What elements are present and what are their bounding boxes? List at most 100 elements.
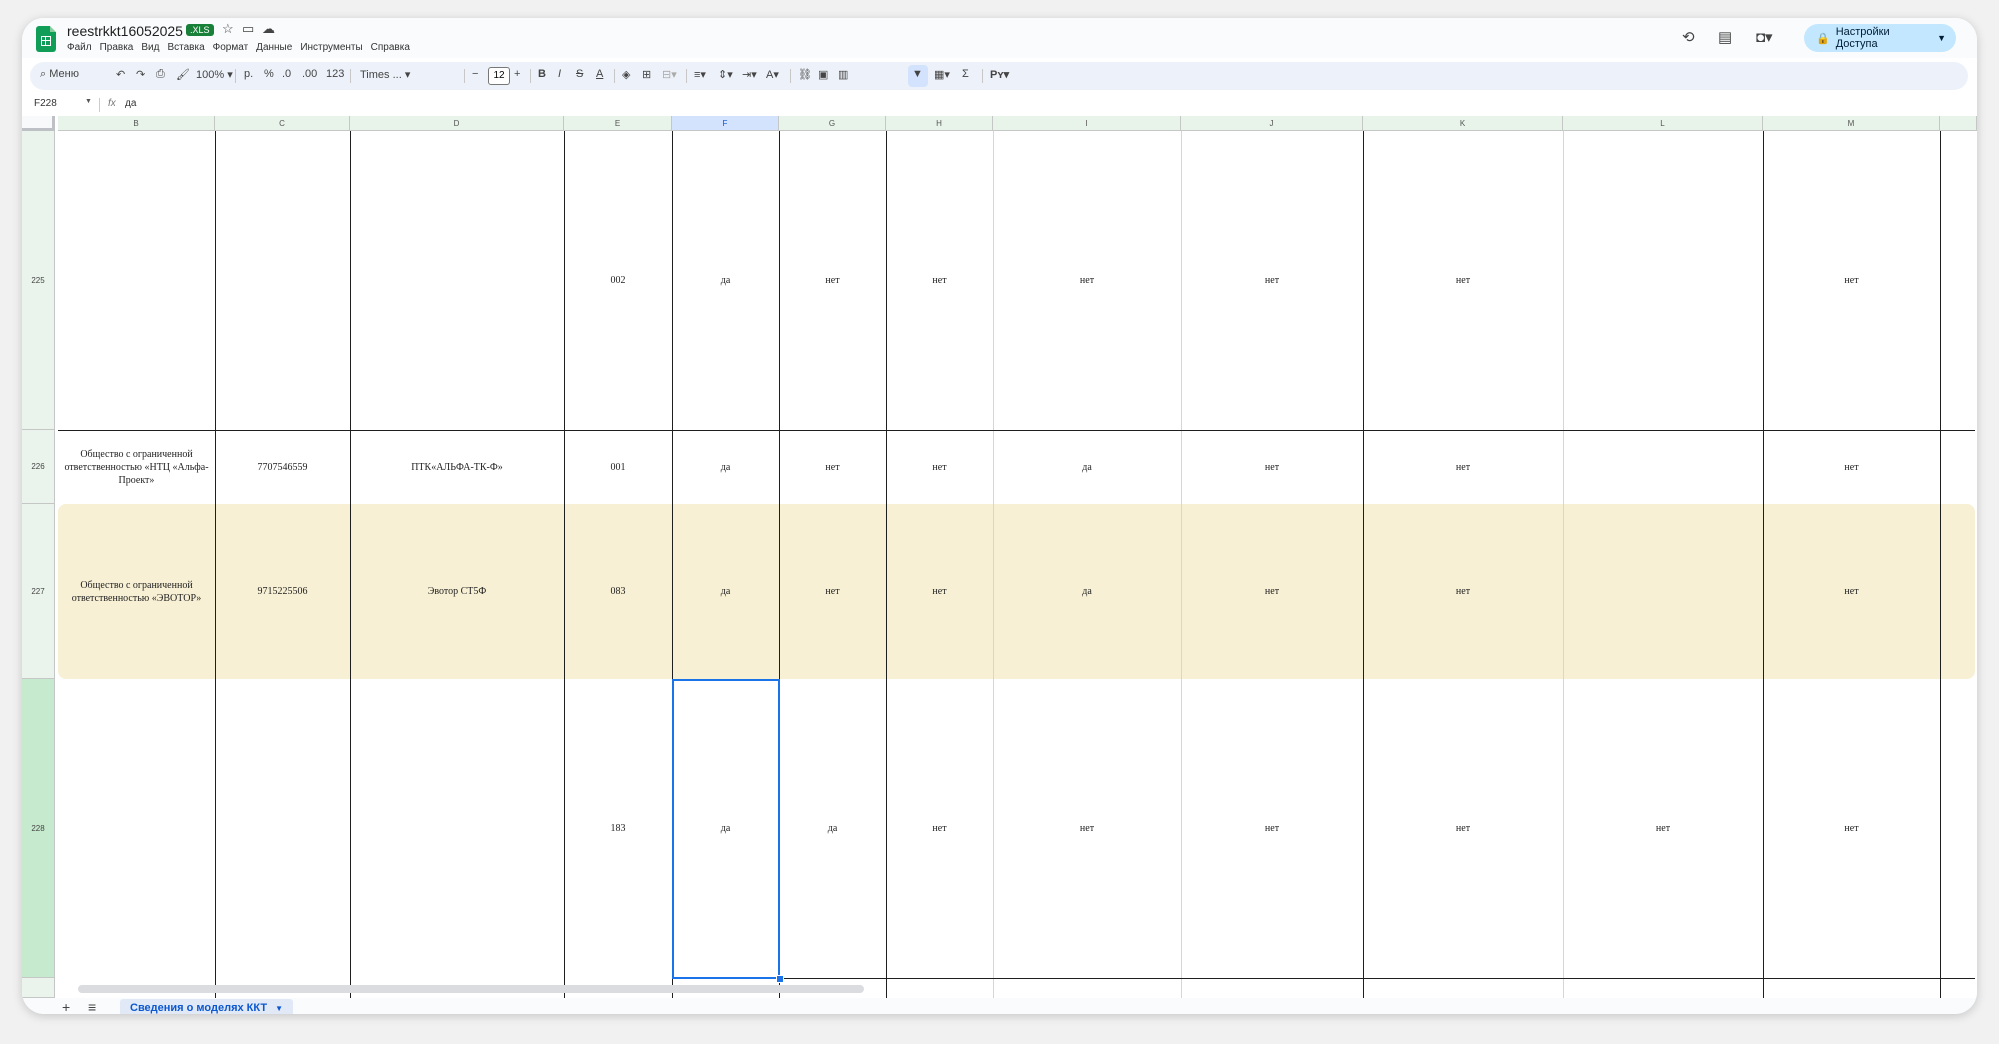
column-header-h[interactable]: H xyxy=(886,116,993,131)
paint-format-icon[interactable]: 🖌 xyxy=(176,68,190,81)
cell-d226[interactable]: ПТК«АЛЬФА-ТК-Ф» xyxy=(350,430,564,504)
column-header-l[interactable]: L xyxy=(1563,116,1763,131)
zoom-select[interactable]: 100% ▾ xyxy=(196,68,233,81)
formula-input[interactable]: да xyxy=(125,98,136,109)
cell-d228[interactable] xyxy=(350,679,564,978)
comment-icon[interactable]: ▣ xyxy=(818,68,828,81)
cell-b225[interactable] xyxy=(58,131,215,430)
cell-c225[interactable] xyxy=(215,131,350,430)
column-header-c[interactable]: C xyxy=(215,116,350,131)
sheets-logo-icon[interactable] xyxy=(36,26,56,52)
column-header-m[interactable]: M xyxy=(1763,116,1940,131)
cell-d227[interactable]: Эвотор СТ5Ф xyxy=(350,504,564,679)
text-rotation-icon[interactable]: A▾ xyxy=(766,68,779,81)
meet-icon[interactable]: ◘▾ xyxy=(1756,28,1773,46)
merge-cells-icon[interactable]: ⊟▾ xyxy=(662,68,677,81)
cell-j227[interactable]: нет xyxy=(1181,504,1363,679)
cell-f226[interactable]: да xyxy=(672,430,779,504)
cell-k225[interactable]: нет xyxy=(1363,131,1563,430)
cell-m227[interactable]: нет xyxy=(1763,504,1940,679)
filter-views-icon[interactable]: ▦▾ xyxy=(934,68,950,81)
cell-j228[interactable]: нет xyxy=(1181,679,1363,978)
row-header-226[interactable]: 226 xyxy=(22,430,55,504)
cell-c227[interactable]: 9715225506 xyxy=(215,504,350,679)
cell-b226[interactable]: Общество с ограниченной ответственностью… xyxy=(58,430,215,504)
cell-k228[interactable]: нет xyxy=(1363,679,1563,978)
cell-e225[interactable]: 002 xyxy=(564,131,672,430)
decrease-decimal-button[interactable]: .0 xyxy=(282,68,291,80)
cell-h227[interactable]: нет xyxy=(886,504,993,679)
menu-view[interactable]: Вид xyxy=(141,42,159,53)
cell-e227[interactable]: 083 xyxy=(564,504,672,679)
cell-m225[interactable]: нет xyxy=(1763,131,1940,430)
bold-icon[interactable]: B xyxy=(538,68,546,80)
font-size-input[interactable]: 12 xyxy=(488,67,510,85)
cell-l228[interactable]: нет xyxy=(1563,679,1763,978)
column-header-f[interactable]: F xyxy=(672,116,779,131)
menu-data[interactable]: Данные xyxy=(256,42,292,53)
horizontal-scrollbar[interactable] xyxy=(78,985,864,993)
redo-icon[interactable]: ↷ xyxy=(136,68,145,81)
row-header-228[interactable]: 228 xyxy=(22,679,55,978)
row-header-227[interactable]: 227 xyxy=(22,504,55,679)
cell-i228[interactable]: нет xyxy=(993,679,1181,978)
column-header-k[interactable]: K xyxy=(1363,116,1563,131)
cell-e226[interactable]: 001 xyxy=(564,430,672,504)
row-header-next[interactable] xyxy=(22,978,55,998)
cell-g228[interactable]: да xyxy=(779,679,886,978)
column-header-b[interactable]: B xyxy=(58,116,215,131)
chevron-down-icon[interactable]: ▼ xyxy=(1937,33,1946,43)
cell-l227[interactable] xyxy=(1563,504,1763,679)
fill-color-icon[interactable]: ◈ xyxy=(622,68,630,81)
cell-h228[interactable]: нет xyxy=(886,679,993,978)
cloud-status-icon[interactable]: ☁ xyxy=(262,21,275,37)
menu-tools[interactable]: Инструменты xyxy=(300,42,362,53)
cell-f227[interactable]: да xyxy=(672,504,779,679)
cell-j226[interactable]: нет xyxy=(1181,430,1363,504)
number-format-button[interactable]: 123 xyxy=(326,68,344,80)
column-header-d[interactable]: D xyxy=(350,116,564,131)
text-color-icon[interactable]: A xyxy=(596,68,603,80)
row-header-225[interactable]: 225 xyxy=(22,131,55,430)
cell-m228[interactable]: нет xyxy=(1763,679,1940,978)
cell-b227[interactable]: Общество с ограниченной ответственностью… xyxy=(58,504,215,679)
name-box-chevron-icon[interactable]: ▼ xyxy=(85,98,92,105)
select-all-corner[interactable] xyxy=(22,116,55,131)
column-header-j[interactable]: J xyxy=(1181,116,1363,131)
chart-icon[interactable]: ▥ xyxy=(838,68,848,81)
menu-file[interactable]: Файл xyxy=(67,42,92,53)
spreadsheet-grid[interactable]: B C D E F G H I J K L M 225 226 227 228 002 да нет нет нет не… xyxy=(22,116,1977,998)
cell-h225[interactable]: нет xyxy=(886,131,993,430)
cell-l225[interactable] xyxy=(1563,131,1763,430)
text-wrap-icon[interactable]: ⇥▾ xyxy=(742,68,757,81)
borders-icon[interactable]: ⊞ xyxy=(642,68,651,81)
undo-icon[interactable]: ↶ xyxy=(116,68,125,81)
cell-b228[interactable] xyxy=(58,679,215,978)
strikethrough-icon[interactable]: S xyxy=(576,68,583,80)
fill-handle[interactable] xyxy=(776,975,784,983)
cell-g226[interactable]: нет xyxy=(779,430,886,504)
font-size-increase-button[interactable]: + xyxy=(514,68,520,80)
sheet-tab[interactable]: Сведения о моделях ККТ ▼ xyxy=(120,999,294,1014)
column-header-e[interactable]: E xyxy=(564,116,672,131)
document-title[interactable]: reestrkkt16052025 xyxy=(67,23,183,39)
chevron-down-icon[interactable]: ▼ xyxy=(275,1004,283,1013)
menu-format[interactable]: Формат xyxy=(213,42,249,53)
cell-g227[interactable]: нет xyxy=(779,504,886,679)
cell-j225[interactable]: нет xyxy=(1181,131,1363,430)
cell-i225[interactable]: нет xyxy=(993,131,1181,430)
cell-k226[interactable]: нет xyxy=(1363,430,1563,504)
input-tools-icon[interactable]: Pʏ▾ xyxy=(990,68,1009,81)
cell-l226[interactable] xyxy=(1563,430,1763,504)
vertical-align-icon[interactable]: ⇕▾ xyxy=(718,68,733,81)
filter-icon[interactable]: ▼ xyxy=(912,68,923,80)
italic-icon[interactable]: I xyxy=(558,68,561,80)
cell-f225[interactable]: да xyxy=(672,131,779,430)
comments-icon[interactable]: ▤ xyxy=(1718,28,1732,46)
share-button[interactable]: 🔒 Настройки Доступа ▼ xyxy=(1804,24,1956,52)
cell-c228[interactable] xyxy=(215,679,350,978)
cell-c226[interactable]: 7707546559 xyxy=(215,430,350,504)
menu-help[interactable]: Справка xyxy=(371,42,410,53)
menu-edit[interactable]: Правка xyxy=(100,42,134,53)
link-icon[interactable]: ⛓ xyxy=(798,68,812,81)
